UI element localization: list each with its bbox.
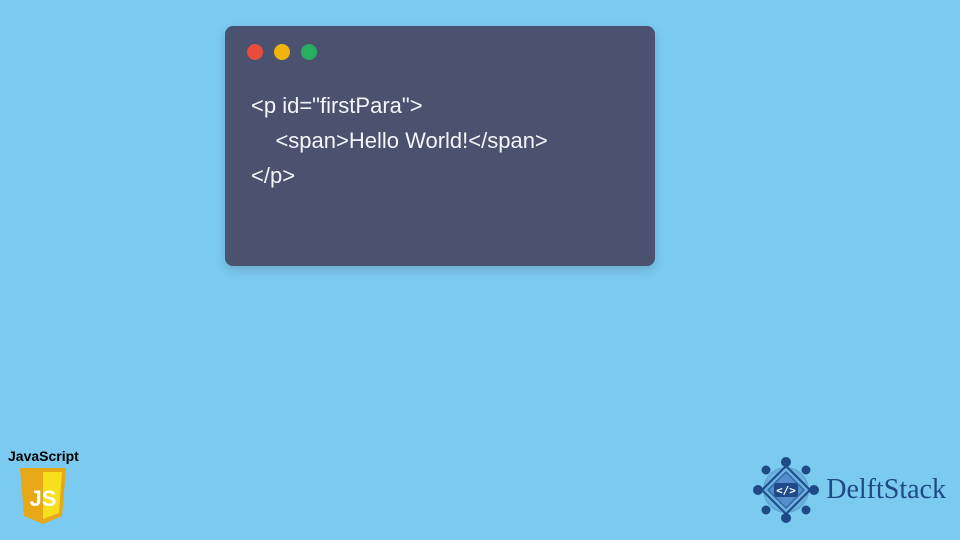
close-icon[interactable]: [247, 44, 263, 60]
window-controls: [225, 26, 655, 60]
code-window: <p id="firstPara"> <span>Hello World!</s…: [225, 26, 655, 266]
minimize-icon[interactable]: [274, 44, 290, 60]
delftstack-brand-text: DelftStack: [826, 474, 946, 506]
maximize-icon[interactable]: [301, 44, 317, 60]
code-line-3: </p>: [251, 163, 295, 188]
delftstack-logo: </> DelftStack: [752, 456, 946, 524]
delftstack-ornament-icon: </>: [752, 456, 820, 524]
js-letters: JS: [30, 486, 57, 511]
delft-tag: </>: [776, 484, 796, 497]
javascript-badge: JavaScript JS: [8, 448, 79, 526]
code-line-1: <p id="firstPara">: [251, 93, 423, 118]
code-content: <p id="firstPara"> <span>Hello World!</s…: [225, 60, 655, 194]
javascript-shield-icon: JS: [16, 466, 70, 526]
javascript-label: JavaScript: [8, 448, 79, 464]
code-line-2: <span>Hello World!</span>: [251, 128, 548, 153]
